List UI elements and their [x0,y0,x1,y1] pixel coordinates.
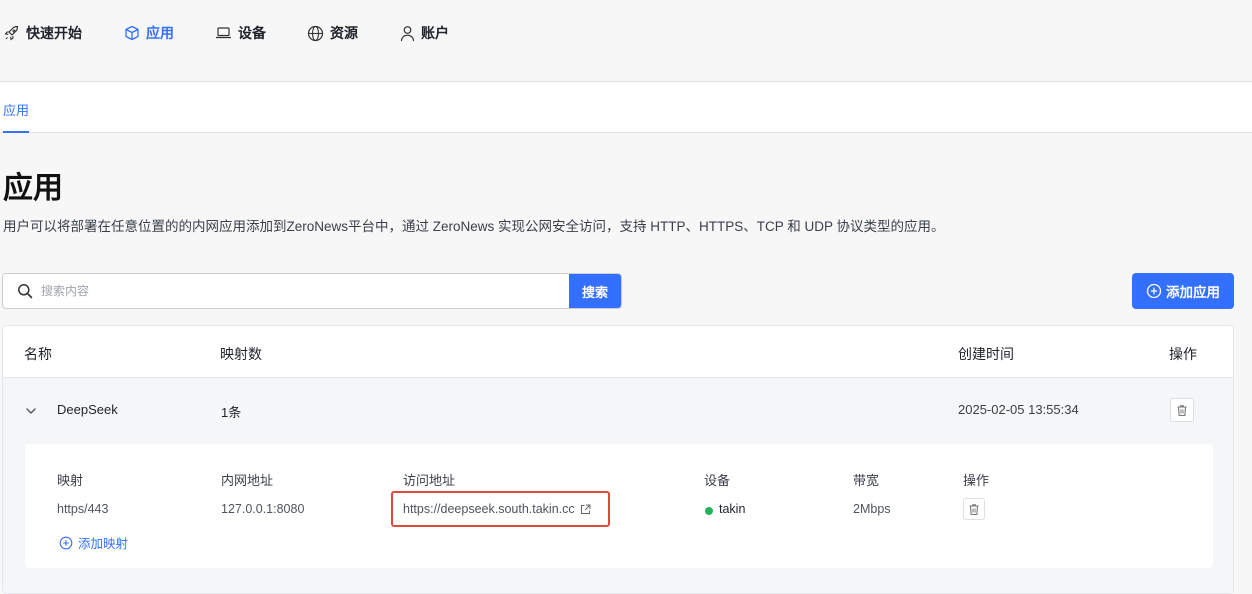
add-mapping-label: 添加映射 [78,537,129,551]
nav-label-devices: 设备 [238,25,266,41]
table-row-main[interactable]: DeepSeek 1条 2025-02-05 13:55:34 [3,378,1233,442]
nav-label-account: 账户 [421,25,449,41]
nav-item-devices[interactable]: 设备 [215,22,266,44]
sub-tab-bar: 应用 [0,82,1252,133]
detail-header-access: 访问地址 [403,473,456,488]
bandwidth-value: 2Mbps [853,502,891,516]
nav-label-resources: 资源 [330,25,358,41]
trash-icon [1177,404,1187,416]
mapping-count: 1条 [221,405,242,420]
add-mapping-button[interactable]: 添加映射 [59,533,128,552]
access-url-link[interactable]: https://deepseek.south.takin.cc [403,502,591,516]
table-row: DeepSeek 1条 2025-02-05 13:55:34 映射 内网地址 … [3,378,1233,593]
nav-item-apps[interactable]: 应用 [124,22,174,44]
nav-item-account[interactable]: 账户 [400,22,449,44]
tab-apps[interactable]: 应用 [3,100,30,133]
mapping-protocol: https/443 [57,502,109,516]
chevron-down-icon[interactable] [25,403,37,421]
header-mappings: 映射数 [220,346,262,362]
rocket-icon [4,25,19,41]
search-bar: 搜索 [2,273,622,309]
search-icon [17,283,33,299]
nav-item-resources[interactable]: 资源 [307,22,358,44]
app-name: DeepSeek [57,402,118,417]
add-app-label: 添加应用 [1166,285,1220,300]
detail-header-actions: 操作 [963,473,990,488]
user-icon [400,25,415,41]
created-at: 2025-02-05 13:55:34 [958,402,1079,417]
trash-icon [969,503,979,515]
detail-header-intranet: 内网地址 [221,473,274,488]
add-app-button[interactable]: 添加应用 [1132,273,1234,309]
table-header: 名称 映射数 创建时间 操作 [3,326,1233,378]
top-nav: 快速开始 应用 设备 资源 账户 [0,0,1252,82]
detail-header-device: 设备 [704,473,731,488]
mapping-detail-panel: 映射 内网地址 访问地址 设备 带宽 操作 https/443 127.0.0.… [25,444,1213,568]
search-input[interactable] [41,274,569,308]
intranet-address: 127.0.0.1:8080 [221,502,305,516]
page-title: 应用 [3,172,63,205]
plus-circle-icon [59,536,73,549]
detail-header-mapping: 映射 [57,473,84,488]
nav-item-quick-start[interactable]: 快速开始 [4,22,82,44]
laptop-icon [216,27,231,39]
nav-label-quick-start: 快速开始 [26,25,82,41]
access-url: https://deepseek.south.takin.cc [403,502,575,516]
device-status-dot [705,507,713,515]
delete-app-button[interactable] [1170,398,1194,422]
apps-table: 名称 映射数 创建时间 操作 DeepSeek 1条 2025-02-05 13… [2,325,1234,594]
external-link-icon [580,504,591,514]
globe-icon [307,25,324,41]
cube-icon [125,25,139,41]
page-description: 用户可以将部署在任意位置的的内网应用添加到ZeroNews平台中，通过 Zero… [3,219,945,234]
plus-circle-icon [1146,283,1162,299]
header-created: 创建时间 [958,346,1014,362]
search-button[interactable]: 搜索 [569,274,621,308]
header-actions: 操作 [1169,346,1197,362]
nav-label-apps: 应用 [146,25,174,41]
header-name: 名称 [24,346,52,362]
detail-header-bandwidth: 带宽 [853,473,880,488]
delete-mapping-button[interactable] [963,498,985,520]
device-name: takin [719,502,746,516]
